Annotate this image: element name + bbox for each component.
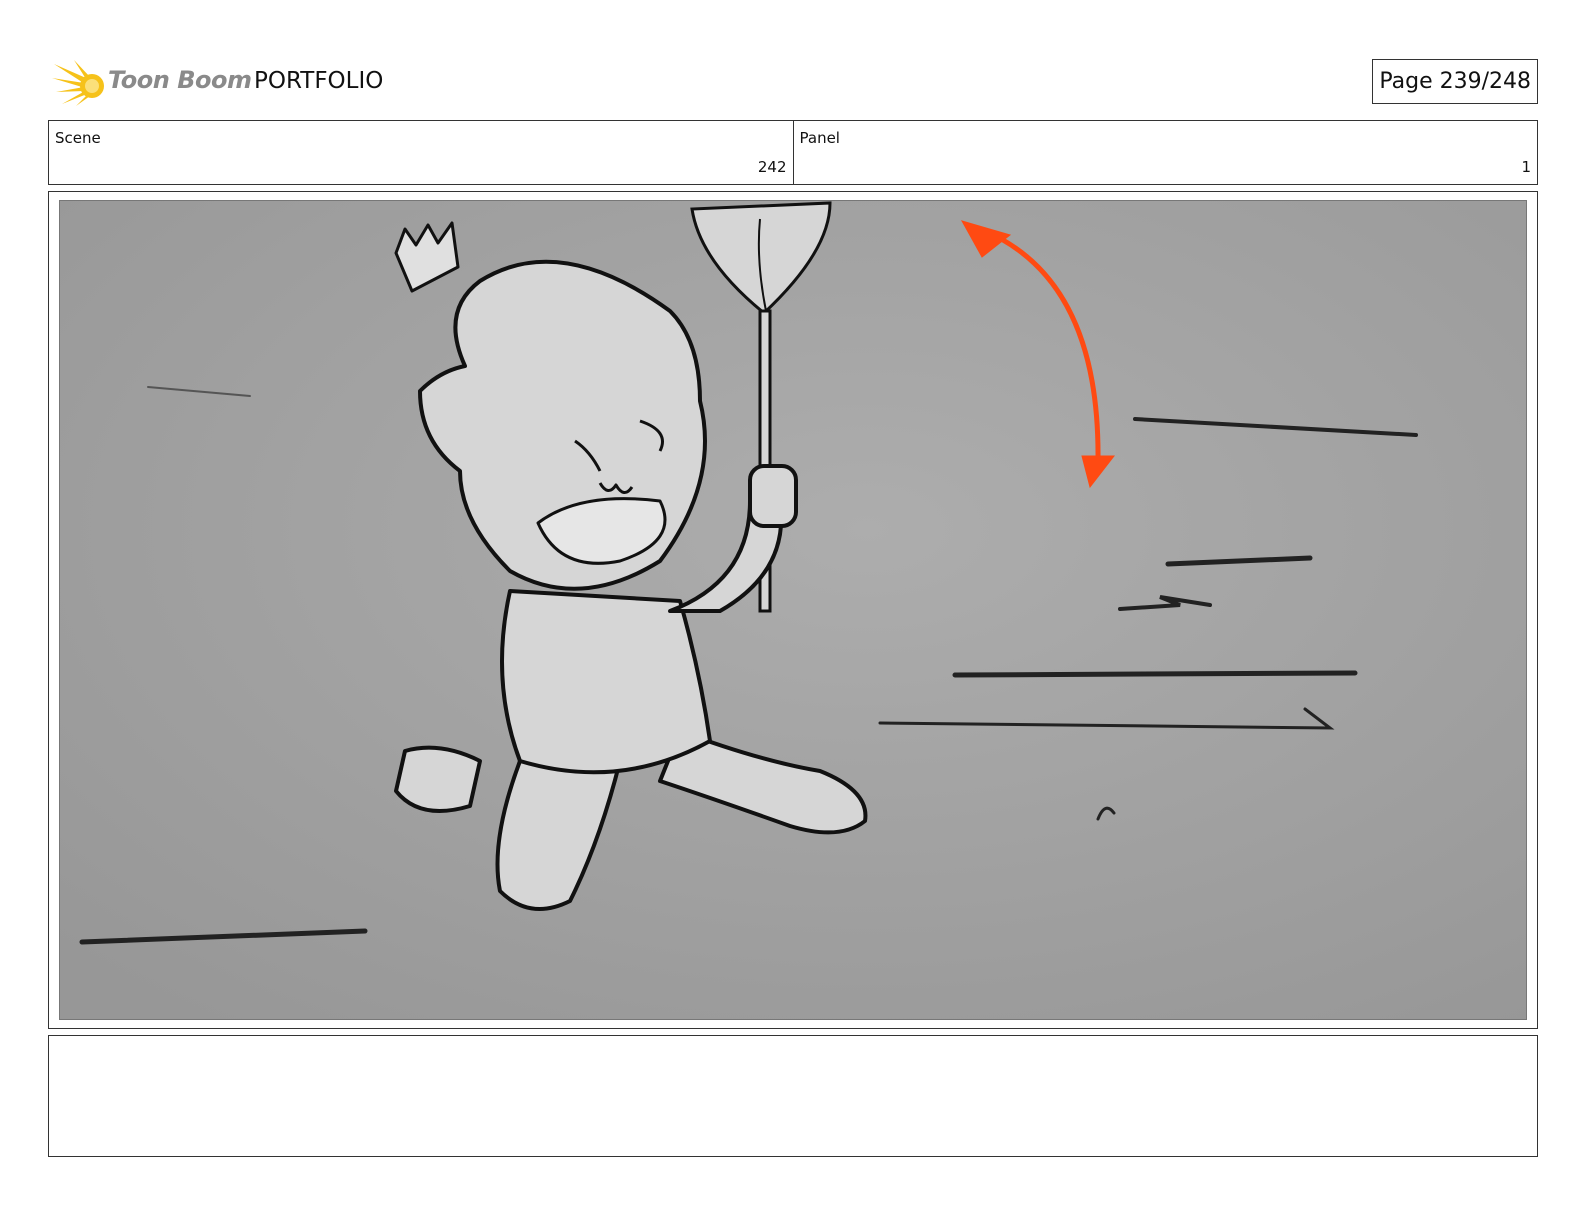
toon-boom-logo: Toon Boom <box>52 56 252 106</box>
sketch-background <box>60 201 1526 1019</box>
storyboard-panel-frame <box>48 191 1538 1029</box>
scene-number: 242 <box>757 158 787 176</box>
logo-text: Toon Boom <box>108 66 252 94</box>
scene-cell: Scene 242 <box>49 121 793 184</box>
scene-panel-info: Scene 242 Panel 1 <box>48 120 1538 185</box>
panel-notes <box>48 1035 1538 1157</box>
scene-label: Scene <box>55 129 101 147</box>
page-header: Toon Boom PORTFOLIO Page 239/248 <box>48 52 1538 112</box>
panel-label: Panel <box>799 129 840 147</box>
page-number: Page 239/248 <box>1372 59 1538 104</box>
panel-number: 1 <box>1521 158 1531 176</box>
toon-boom-starburst-icon <box>52 60 104 106</box>
panel-cell: Panel 1 <box>792 121 1538 184</box>
page-title: PORTFOLIO <box>254 68 384 94</box>
storyboard-sketch <box>59 200 1527 1020</box>
